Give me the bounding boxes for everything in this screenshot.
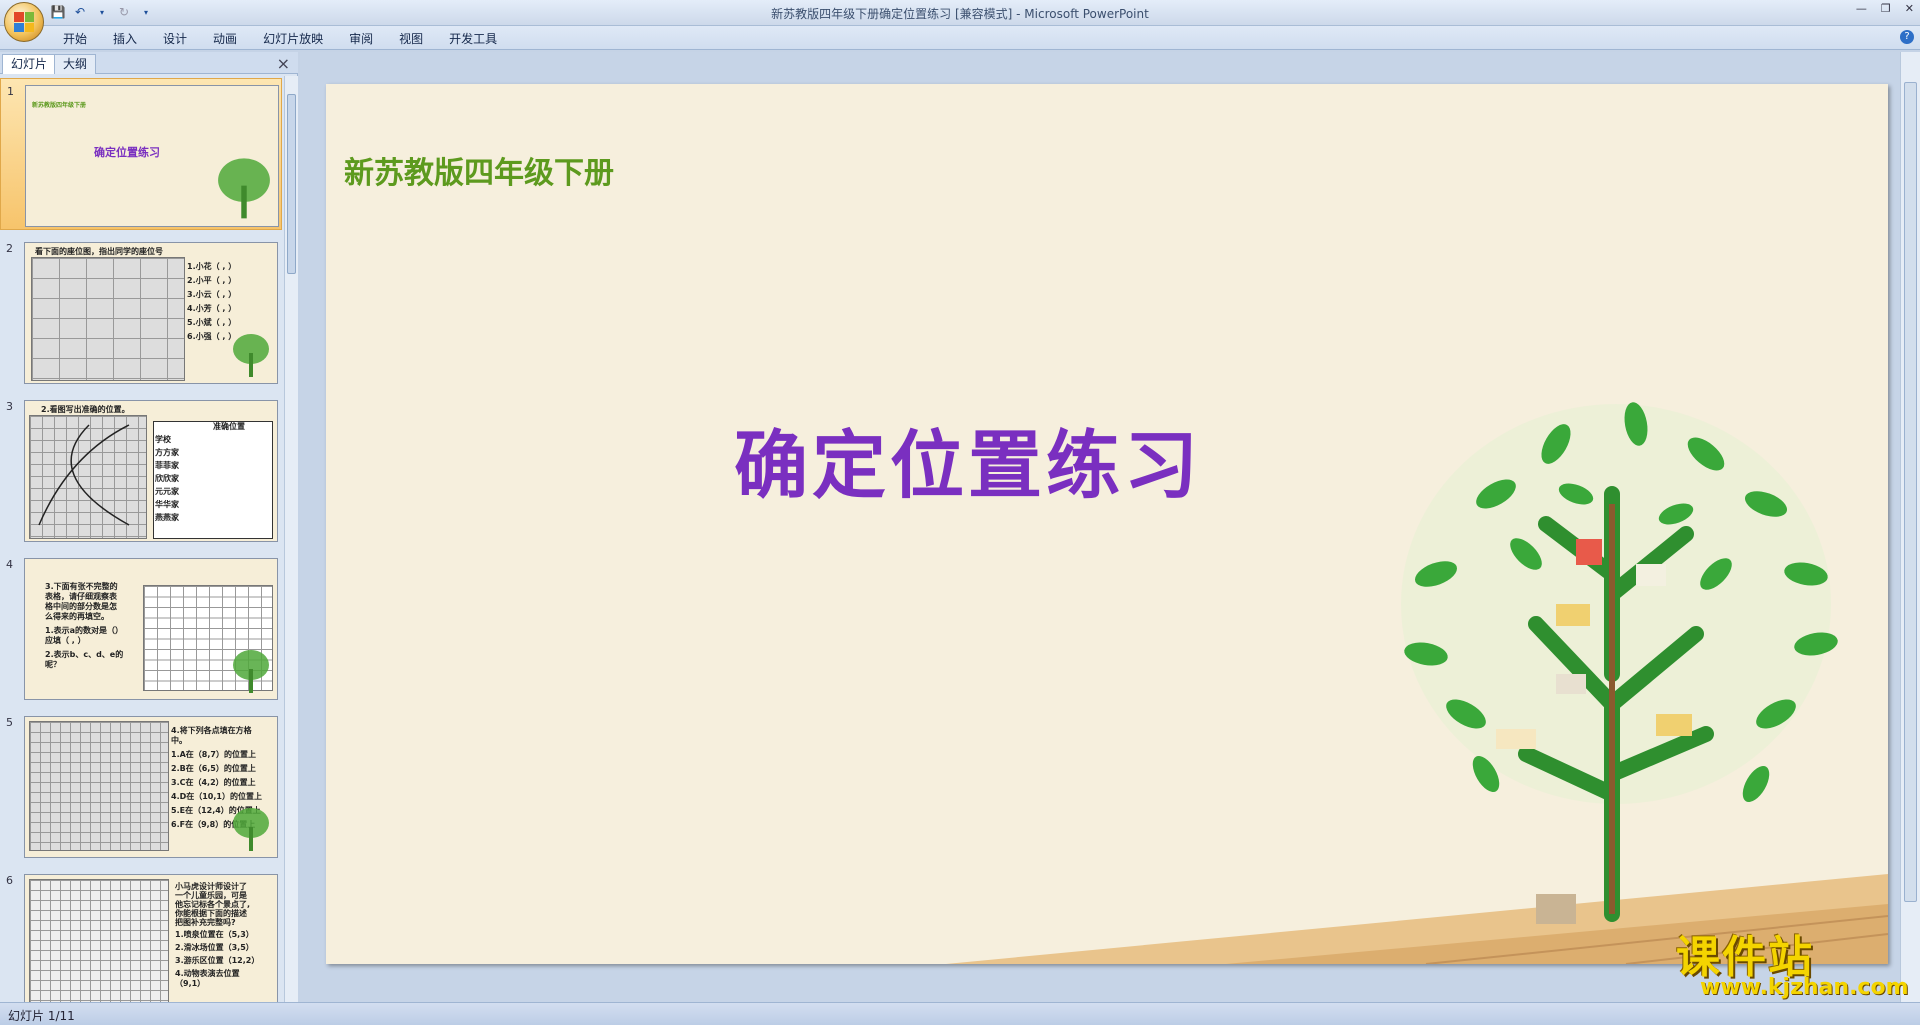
- slide-thumbnail-4[interactable]: 4 3.下面有张不完整的 表格，请仔细观察表 格中间的部分数是怎 么得来的再填空…: [0, 552, 282, 704]
- thumb-text: 看下面的座位图，指出同学的座位号: [35, 247, 163, 256]
- pane-tabs: 幻灯片 大纲 ×: [0, 52, 298, 74]
- thumb-text: 1.小花（ , ）: [187, 262, 237, 271]
- tab-review[interactable]: 审阅: [336, 30, 386, 48]
- slides-pane: 幻灯片 大纲 × 1 新苏教版四年级下册 确定位置练习 2 看下面的座位图，指出…: [0, 52, 298, 1002]
- thumb-text: 呢？: [45, 660, 61, 669]
- thumbnail-preview: 3.下面有张不完整的 表格，请仔细观察表 格中间的部分数是怎 么得来的再填空。 …: [24, 558, 278, 700]
- office-button[interactable]: [4, 2, 44, 42]
- title-bar: 💾 ↶ ▾ ↻ ▾ 新苏教版四年级下册确定位置练习 [兼容模式] - Micro…: [0, 0, 1920, 26]
- thumb-text: 2.看图写出准确的位置。: [41, 405, 130, 414]
- thumb-text: 新苏教版四年级下册: [32, 102, 87, 109]
- minimize-icon[interactable]: —: [1856, 2, 1867, 15]
- slide-title[interactable]: 确定位置练习: [734, 406, 1202, 513]
- thumb-text: 把图补充完整吗?: [175, 918, 236, 927]
- thumb-text: 燕燕家: [155, 513, 179, 522]
- thumbnail-preview: 4.将下列各点填在方格 中。 1.A在（8,7）的位置上 2.B在（6,5）的位…: [24, 716, 278, 858]
- slide-thumbnail-6[interactable]: 6 小马虎设计师设计了 一个儿童乐园，可是 他忘记标各个景点了, 你能根据下面的…: [0, 868, 282, 1002]
- thumbnail-scrollbar[interactable]: [284, 76, 298, 1002]
- editor-scrollbar[interactable]: [1900, 52, 1920, 1002]
- tree-icon: [233, 650, 269, 693]
- tab-slideshow[interactable]: 幻灯片放映: [250, 30, 336, 48]
- thumb-text: 元元家: [155, 487, 179, 496]
- scrollbar-thumb[interactable]: [1904, 82, 1917, 902]
- thumbnail-list: 1 新苏教版四年级下册 确定位置练习 2 看下面的座位图，指出同学的座位号 1.…: [0, 76, 282, 1002]
- thumb-text: 2.滑冰场位置（3,5）: [175, 943, 254, 952]
- tab-developer[interactable]: 开发工具: [436, 30, 510, 48]
- tab-design[interactable]: 设计: [150, 30, 200, 48]
- slide-thumbnail-2[interactable]: 2 看下面的座位图，指出同学的座位号 1.小花（ , ） 2.小平（ , ） 3…: [0, 236, 282, 388]
- slide-number: 4: [6, 558, 13, 571]
- thumb-text: 欣欣家: [155, 474, 179, 483]
- thumb-text: 准确位置: [213, 422, 245, 431]
- thumb-text: 应填（ , ）: [45, 636, 86, 645]
- tab-insert[interactable]: 插入: [100, 30, 150, 48]
- watermark-url: www.kjzhan.com: [1700, 975, 1909, 1000]
- thumb-text: 3.小云（ , ）: [187, 290, 237, 299]
- tree-icon: [233, 808, 269, 851]
- thumb-text: 4.D在（10,1）的位置上: [171, 792, 262, 801]
- thumb-text: 华华家: [155, 500, 179, 509]
- thumb-text: 5.小斌（ , ）: [187, 318, 237, 327]
- thumb-text: 学校: [155, 435, 171, 444]
- slide-number: 5: [6, 716, 13, 729]
- window-title: 新苏教版四年级下册确定位置练习 [兼容模式] - Microsoft Power…: [771, 7, 1149, 21]
- office-logo-icon: [14, 12, 34, 32]
- thumb-text: 1.喷泉位置在（5,3）: [175, 930, 254, 939]
- thumb-text: 1.A在（8,7）的位置上: [171, 750, 256, 759]
- thumb-text: 菲菲家: [155, 461, 179, 470]
- square-grid-image: [29, 721, 169, 851]
- slide-thumbnail-3[interactable]: 3 2.看图写出准确的位置。 准确位置 学校 方方家 菲菲家 欣欣家 元元家 华…: [0, 394, 282, 546]
- tab-outline[interactable]: 大纲: [54, 54, 97, 74]
- tab-home[interactable]: 开始: [50, 30, 100, 48]
- thumbnail-preview: 小马虎设计师设计了 一个儿童乐园，可是 他忘记标各个景点了, 你能根据下面的描述…: [24, 874, 278, 1002]
- tab-animations[interactable]: 动画: [200, 30, 250, 48]
- thumb-text: 2.小平（ , ）: [187, 276, 237, 285]
- ribbon-tab-row: 开始 插入 设计 动画 幻灯片放映 审阅 视图 开发工具 ?: [0, 26, 1920, 50]
- thumbnail-preview: 2.看图写出准确的位置。 准确位置 学校 方方家 菲菲家 欣欣家 元元家 华华家…: [24, 400, 278, 542]
- watermark-logo: 课件站 www.kjzhan.com: [1674, 921, 1909, 1003]
- slide-subtitle[interactable]: 新苏教版四年级下册: [344, 148, 614, 192]
- slide-counter: 幻灯片 1/11: [8, 1009, 75, 1023]
- thumb-text: 方方家: [155, 448, 179, 457]
- slide-editor: 新苏教版四年级下册 确定位置练习: [300, 52, 1900, 1002]
- tree-icon: [218, 158, 270, 219]
- thumb-text: （9,1）: [175, 979, 206, 988]
- slide-number: 3: [6, 400, 13, 413]
- tab-slides[interactable]: 幻灯片: [2, 54, 57, 74]
- close-icon[interactable]: ✕: [1905, 2, 1914, 15]
- restore-icon[interactable]: ❐: [1881, 2, 1891, 15]
- seat-map-image: [31, 257, 185, 381]
- slide-number: 6: [6, 874, 13, 887]
- thumb-text: 中。: [171, 736, 187, 745]
- scrollbar-thumb[interactable]: [287, 94, 296, 274]
- slide-thumbnail-1[interactable]: 1 新苏教版四年级下册 确定位置练习: [0, 78, 282, 230]
- tree-bookshelf-image: [1401, 402, 1838, 924]
- thumbnail-preview: 看下面的座位图，指出同学的座位号 1.小花（ , ） 2.小平（ , ） 3.小…: [24, 242, 278, 384]
- thumb-text: 确定位置练习: [94, 146, 160, 159]
- thumb-text: 么得来的再填空。: [45, 612, 109, 621]
- thumb-text: 2.B在（6,5）的位置上: [171, 764, 256, 773]
- slide-thumbnail-5[interactable]: 5 4.将下列各点填在方格 中。 1.A在（8,7）的位置上 2.B在（6,5）…: [0, 710, 282, 862]
- thumb-text: 3.游乐区位置（12,2）: [175, 956, 260, 965]
- slide-canvas[interactable]: 新苏教版四年级下册 确定位置练习: [326, 84, 1888, 964]
- thumb-text: 3.C在（4,2）的位置上: [171, 778, 256, 787]
- tree-icon: [233, 334, 269, 377]
- ribbon-tabs: 开始 插入 设计 动画 幻灯片放映 审阅 视图 开发工具: [50, 30, 510, 48]
- status-bar: 幻灯片 1/11: [0, 1002, 1920, 1025]
- window-controls: — ❐ ✕: [1856, 2, 1914, 15]
- close-icon[interactable]: ×: [277, 54, 290, 73]
- curve-shape: [38, 424, 130, 526]
- help-icon[interactable]: ?: [1900, 30, 1914, 44]
- slide-number: 2: [6, 242, 13, 255]
- tab-view[interactable]: 视图: [386, 30, 436, 48]
- thumbnail-preview: 新苏教版四年级下册 确定位置练习: [25, 85, 279, 227]
- thumb-text: 4.小芳（ , ）: [187, 304, 237, 313]
- square-grid-image: [29, 879, 169, 1002]
- slide-number: 1: [7, 85, 14, 98]
